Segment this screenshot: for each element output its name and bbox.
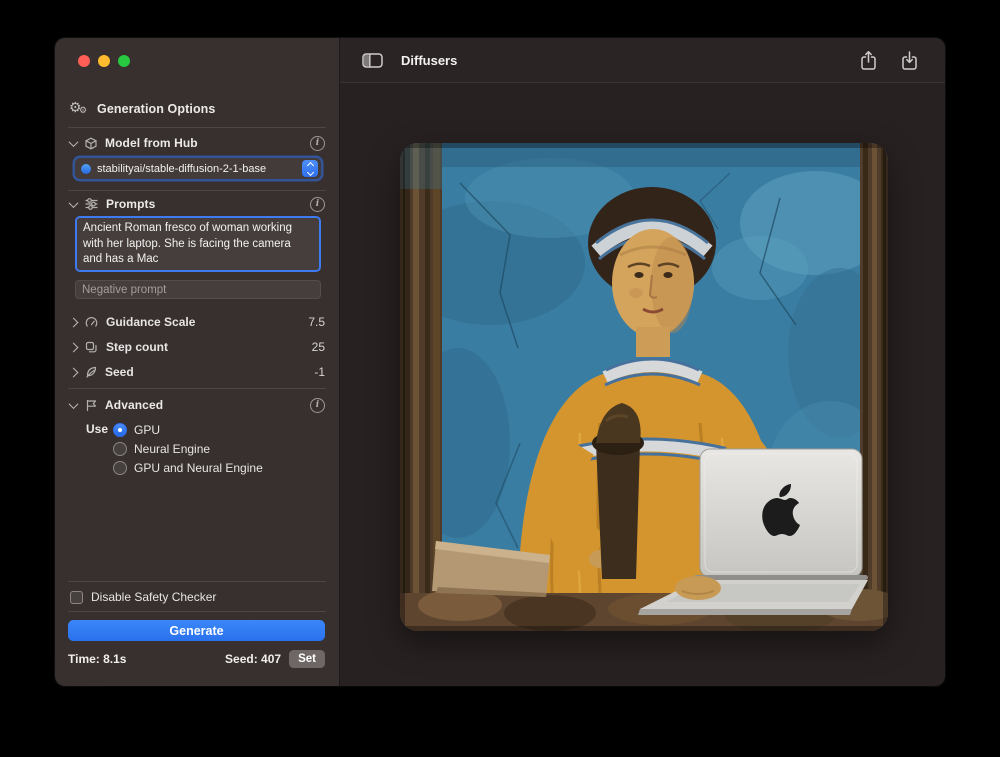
titlebar: Diffusers — [340, 38, 945, 83]
divider — [68, 127, 326, 128]
seed-row[interactable]: Seed -1 — [70, 360, 325, 384]
divider — [68, 581, 326, 582]
set-seed-button[interactable]: Set — [289, 650, 325, 668]
chevron-right-icon[interactable] — [69, 317, 79, 327]
chevron-down-icon[interactable] — [69, 137, 79, 147]
advanced-section-header[interactable]: Advanced i — [70, 396, 325, 414]
seed-value: -1 — [314, 365, 325, 379]
gears-icon: ⚙⚙ — [70, 101, 88, 117]
info-icon[interactable]: i — [310, 197, 325, 212]
compute-option-neural-engine[interactable]: Neural Engine — [113, 441, 210, 456]
sidebar-toggle-icon[interactable] — [362, 53, 383, 68]
sliders-icon — [85, 198, 98, 210]
leaf-icon — [85, 366, 97, 378]
chevron-down-icon[interactable] — [69, 399, 79, 409]
model-section-label: Model from Hub — [105, 136, 198, 150]
guidance-scale-row[interactable]: Guidance Scale 7.5 — [70, 310, 325, 334]
step-count-value: 25 — [312, 340, 325, 354]
checkbox-icon[interactable] — [70, 591, 83, 604]
main-area: Diffusers — [340, 38, 945, 686]
divider — [68, 190, 326, 191]
close-button[interactable] — [78, 55, 90, 67]
info-icon[interactable]: i — [310, 136, 325, 151]
guidance-scale-value: 7.5 — [308, 315, 325, 329]
window-title: Diffusers — [401, 53, 457, 68]
generation-options-header: ⚙⚙ Generation Options — [70, 101, 325, 117]
chevron-down-icon[interactable] — [69, 198, 79, 208]
compute-option-gpu-and-neural-engine[interactable]: GPU and Neural Engine — [113, 460, 263, 475]
model-dot-icon — [81, 164, 91, 174]
app-window: ⚙⚙ Generation Options Model from Hub i s… — [55, 38, 945, 686]
divider — [68, 388, 326, 389]
model-select[interactable]: stabilityai/stable-diffusion-2-1-base — [75, 158, 321, 179]
divider — [68, 611, 326, 612]
generated-image — [400, 143, 888, 631]
save-download-icon[interactable] — [900, 50, 919, 71]
seed-label: Seed — [105, 365, 134, 379]
step-count-label: Step count — [106, 340, 168, 354]
generate-button[interactable]: Generate — [68, 620, 325, 641]
minimize-button[interactable] — [98, 55, 110, 67]
status-footer: Time: 8.1s Seed: 407 Set — [68, 648, 325, 670]
zoom-button[interactable] — [118, 55, 130, 67]
seed-status: Seed: 407 — [225, 652, 281, 666]
gauge-icon — [85, 316, 98, 328]
generation-options-title: Generation Options — [97, 102, 215, 116]
sidebar: ⚙⚙ Generation Options Model from Hub i s… — [55, 38, 340, 686]
radio-icon[interactable] — [113, 442, 127, 456]
steps-icon — [85, 341, 98, 353]
share-icon[interactable] — [859, 50, 878, 71]
use-label: Use — [86, 422, 108, 436]
radio-icon[interactable] — [113, 461, 127, 475]
radio-selected-icon[interactable] — [113, 423, 127, 437]
prompt-input[interactable]: Ancient Roman fresco of woman working wi… — [75, 216, 321, 272]
prompts-section-label: Prompts — [106, 197, 155, 211]
disable-safety-checker-row[interactable]: Disable Safety Checker — [70, 589, 216, 605]
compute-option-gpu[interactable]: GPU — [113, 422, 160, 437]
advanced-section-label: Advanced — [105, 398, 163, 412]
chevron-right-icon[interactable] — [69, 367, 79, 377]
negative-prompt-input[interactable] — [75, 280, 321, 299]
info-icon[interactable]: i — [310, 398, 325, 413]
model-section-header[interactable]: Model from Hub i — [70, 135, 325, 151]
popup-stepper-icon[interactable] — [302, 160, 318, 177]
cube-icon — [85, 137, 97, 150]
flag-icon — [85, 399, 97, 412]
disable-safety-checker-label: Disable Safety Checker — [91, 590, 216, 604]
guidance-scale-label: Guidance Scale — [106, 315, 195, 329]
traffic-lights — [78, 55, 130, 67]
fresco-illustration — [400, 143, 888, 631]
step-count-row[interactable]: Step count 25 — [70, 335, 325, 359]
prompts-section-header[interactable]: Prompts i — [70, 196, 325, 212]
time-status: Time: 8.1s — [68, 652, 126, 666]
titlebar-actions — [859, 50, 919, 71]
chevron-right-icon[interactable] — [69, 342, 79, 352]
model-select-value: stabilityai/stable-diffusion-2-1-base — [97, 163, 296, 175]
